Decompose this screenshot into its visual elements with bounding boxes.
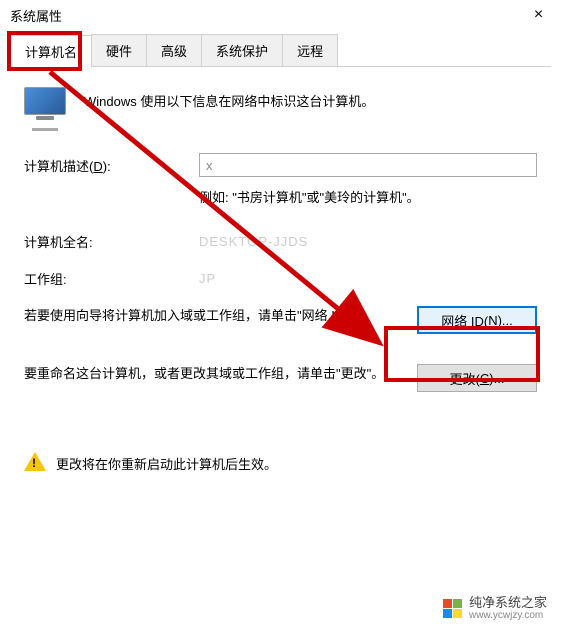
watermark: 纯净系统之家 www.ycwjzy.com: [443, 596, 547, 621]
tab-content: Windows 使用以下信息在网络中标识这台计算机。 计算机描述(D): 例如:…: [0, 67, 561, 392]
network-id-row: 若要使用向导将计算机加入域或工作组，请单击"网络 ID"。 网络 ID(N)..…: [24, 306, 537, 334]
watermark-url: www.ycwjzy.com: [469, 610, 547, 621]
tab-computer-name[interactable]: 计算机名: [10, 35, 92, 67]
watermark-logo-icon: [443, 598, 463, 618]
tab-label: 计算机名: [25, 45, 77, 60]
tab-label: 远程: [297, 44, 323, 59]
tab-label: 高级: [161, 44, 187, 59]
description-hint: 例如: "书房计算机"或"美玲的计算机"。: [24, 187, 537, 206]
tab-label: 硬件: [106, 44, 132, 59]
tab-remote[interactable]: 远程: [282, 34, 338, 66]
intro-row: Windows 使用以下信息在网络中标识这台计算机。: [24, 87, 537, 123]
close-icon: ×: [534, 6, 543, 24]
tab-system-protection[interactable]: 系统保护: [201, 34, 283, 66]
workgroup-row: 工作组: JP: [24, 269, 537, 288]
watermark-name: 纯净系统之家: [469, 596, 547, 610]
workgroup-label: 工作组:: [24, 269, 199, 288]
description-field-row: 计算机描述(D):: [24, 153, 537, 177]
change-button[interactable]: 更改(C)...: [417, 364, 537, 392]
network-id-button[interactable]: 网络 ID(N)...: [417, 306, 537, 334]
fullname-label: 计算机全名:: [24, 232, 199, 251]
fullname-value: DESKTOP-JJDS: [199, 234, 308, 249]
window-title: 系统属性: [10, 6, 62, 25]
computer-icon: [24, 87, 66, 123]
change-row: 要重命名这台计算机，或者更改其域或工作组，请单击"更改"。 更改(C)...: [24, 364, 537, 392]
warning-text: 更改将在你重新启动此计算机后生效。: [56, 454, 277, 473]
fullname-row: 计算机全名: DESKTOP-JJDS: [24, 232, 537, 251]
description-input[interactable]: [199, 153, 537, 177]
tab-advanced[interactable]: 高级: [146, 34, 202, 66]
tab-label: 系统保护: [216, 44, 268, 59]
title-bar: 系统属性 ×: [0, 0, 561, 30]
network-id-text: 若要使用向导将计算机加入域或工作组，请单击"网络 ID"。: [24, 306, 417, 327]
change-text: 要重命名这台计算机，或者更改其域或工作组，请单击"更改"。: [24, 364, 417, 385]
intro-text: Windows 使用以下信息在网络中标识这台计算机。: [84, 91, 374, 110]
warning-icon: [24, 452, 46, 474]
close-button[interactable]: ×: [516, 0, 561, 30]
watermark-text: 纯净系统之家 www.ycwjzy.com: [469, 596, 547, 621]
description-label: 计算机描述(D):: [24, 156, 199, 175]
workgroup-value: JP: [199, 271, 216, 286]
tab-hardware[interactable]: 硬件: [91, 34, 147, 66]
restart-warning: 更改将在你重新启动此计算机后生效。: [0, 452, 561, 474]
tab-strip: 计算机名 硬件 高级 系统保护 远程: [10, 34, 551, 67]
